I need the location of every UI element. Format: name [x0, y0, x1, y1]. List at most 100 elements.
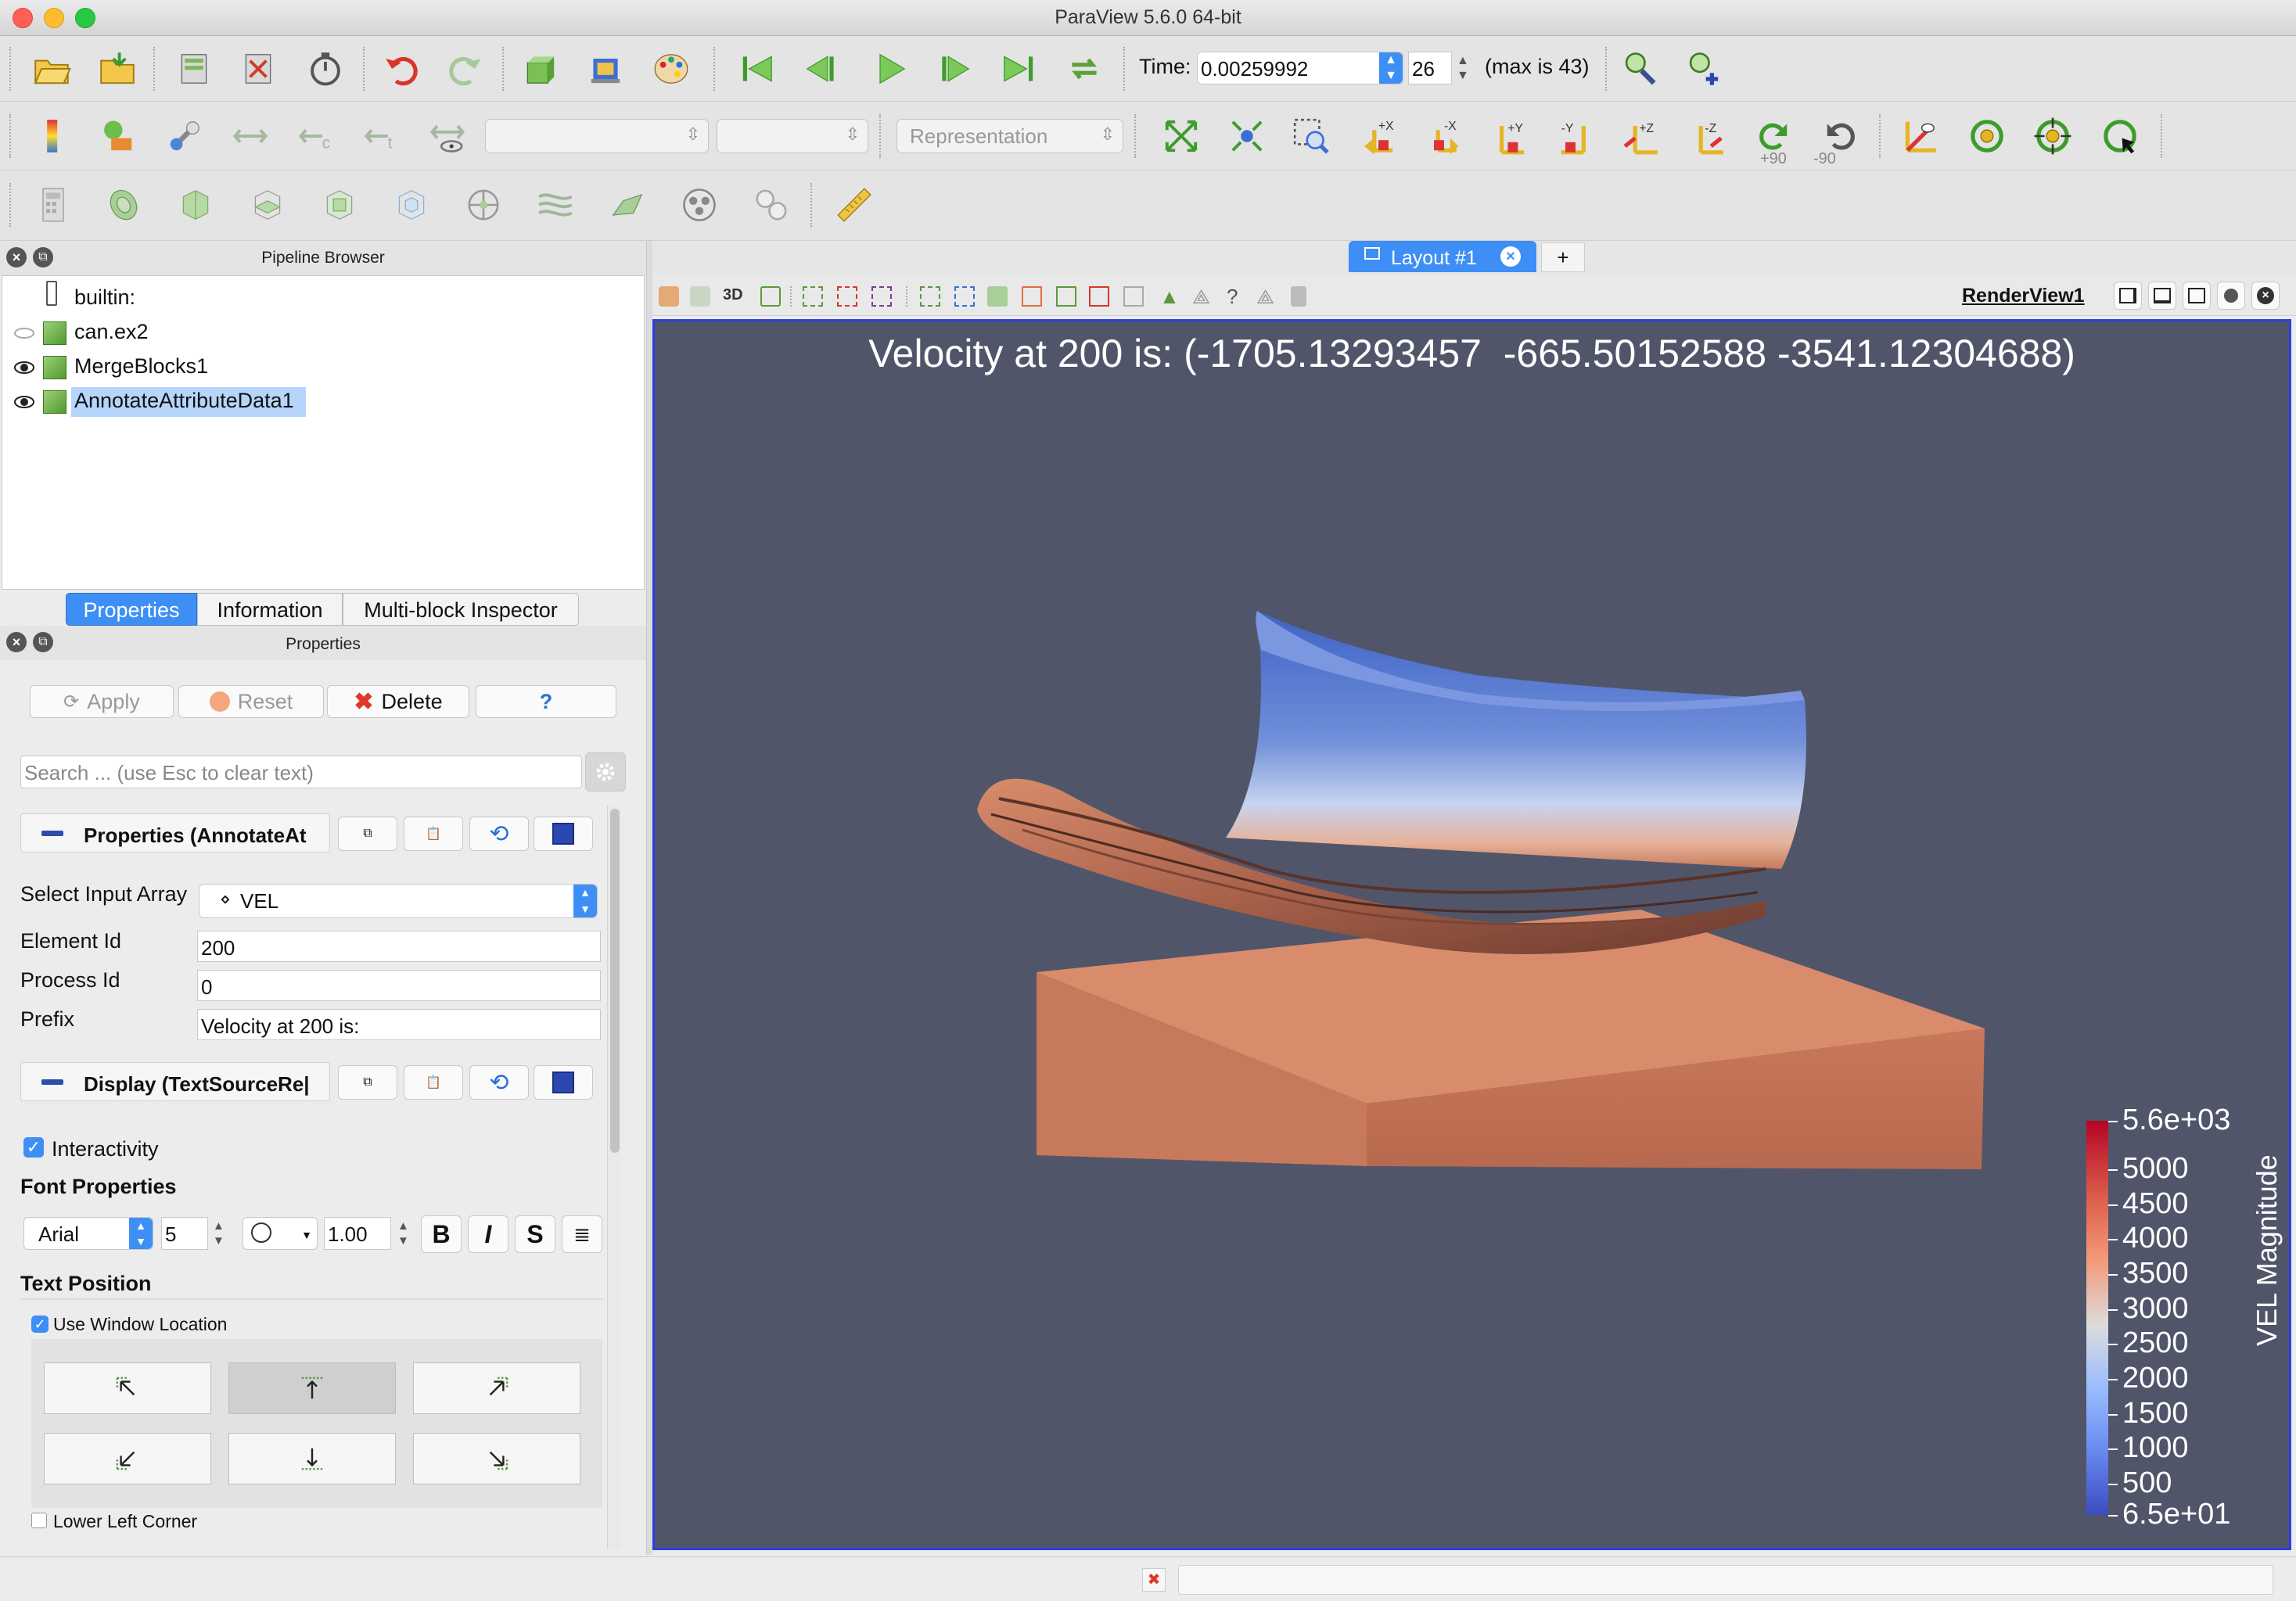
last-frame-icon[interactable] [995, 45, 1042, 92]
camera-redo-icon[interactable] [690, 286, 710, 307]
render-view[interactable]: Velocity at 200 is: (-1705.13293457 -665… [652, 319, 2291, 1550]
pipeline-item-builtin[interactable]: builtin: [74, 285, 135, 310]
italic-button[interactable]: I [468, 1215, 508, 1253]
element-id-input[interactable]: 200 [197, 931, 601, 962]
find-data-icon[interactable] [1616, 45, 1663, 92]
extract-level-icon[interactable] [748, 181, 795, 228]
capture-view-icon[interactable] [760, 286, 781, 307]
reset-button[interactable]: Reset [178, 685, 324, 718]
stream-tracer-icon[interactable] [532, 181, 579, 228]
view-plus-y-icon[interactable]: +Y [1486, 113, 1533, 160]
select-polygon-icon[interactable] [954, 286, 975, 307]
copy-properties-icon[interactable]: ⧉ [338, 817, 397, 851]
select-cells-through-icon[interactable] [871, 286, 892, 307]
interactive-select-icon[interactable] [1022, 286, 1042, 307]
pipeline-tree[interactable]: builtin: can.ex2 MergeBlocks1 AnnotateAt… [2, 275, 645, 590]
maximize-view-icon[interactable] [2183, 282, 2211, 310]
rescale-time-icon[interactable]: t [358, 113, 405, 160]
save-display-icon[interactable] [534, 1065, 593, 1100]
pipeline-item-mergeblocks1[interactable]: MergeBlocks1 [74, 354, 208, 379]
view-minus-y-icon[interactable]: -Y [1552, 113, 1599, 160]
eye-hidden-icon[interactable] [13, 326, 35, 340]
scrollbar-thumb[interactable] [610, 809, 620, 1153]
restore-view-icon[interactable] [2217, 282, 2245, 310]
first-frame-icon[interactable] [734, 45, 781, 92]
reset-range-icon[interactable] [161, 113, 208, 160]
load-data-icon[interactable] [94, 45, 141, 92]
zoom-to-box-icon[interactable] [1288, 113, 1335, 160]
bold-button[interactable]: B [421, 1215, 462, 1253]
reload-properties-icon[interactable]: ⟲ [469, 817, 529, 851]
camera-undo-icon[interactable] [659, 286, 679, 307]
lower-left-corner-checkbox[interactable] [31, 1513, 47, 1528]
undo-icon[interactable] [379, 45, 426, 92]
query-icon[interactable]: ? [1227, 285, 1238, 309]
section-properties-header[interactable]: Properties (AnnotateAt [20, 813, 330, 853]
mode-3d-button[interactable]: 3D [723, 286, 743, 304]
eye-visible-icon[interactable] [13, 395, 35, 409]
interactivity-checkbox[interactable]: ✓ [23, 1137, 44, 1158]
pipeline-item-annotateattributedata1[interactable]: AnnotateAttributeData1 [74, 389, 294, 413]
select-input-array-dropdown[interactable]: ⋄ VEL ▲ ▼ [199, 884, 598, 918]
select-points-on-icon[interactable] [837, 286, 857, 307]
apply-button[interactable]: ⟳ Apply [30, 685, 174, 718]
slice-filter-icon[interactable] [244, 181, 291, 228]
add-layout-tab-button[interactable]: + [1541, 242, 1585, 272]
warp-vector-icon[interactable] [604, 181, 651, 228]
close-view-icon[interactable]: × [2251, 282, 2280, 310]
view-minus-z-icon[interactable]: -Z [1683, 113, 1730, 160]
opacity-input[interactable]: 1.00 [324, 1217, 391, 1250]
calculator-filter-icon[interactable] [30, 181, 77, 228]
shadow-button[interactable]: S [515, 1215, 555, 1253]
help-button[interactable]: ? [476, 685, 616, 718]
split-vertical-icon[interactable] [2148, 282, 2176, 310]
component-select[interactable]: ⇳ [717, 119, 868, 153]
toggle-color-legend-icon[interactable] [30, 113, 77, 160]
dock-splitter[interactable] [646, 241, 652, 1555]
prefix-input[interactable]: Velocity at 200 is: [197, 1009, 601, 1040]
use-window-location-checkbox[interactable]: ✓ [31, 1316, 49, 1333]
representation-select[interactable]: Representation ⇳ [896, 119, 1123, 153]
edit-selection-icon[interactable]: ⟁ [1192, 285, 1210, 310]
reset-camera-closest-icon[interactable] [1158, 113, 1205, 160]
hover-cells-icon[interactable] [1056, 286, 1076, 307]
select-blocks-icon[interactable] [987, 286, 1008, 307]
extract-subset-icon[interactable] [388, 181, 435, 228]
clear-progress-icon[interactable]: ✖ [1142, 1568, 1166, 1592]
view-plus-z-icon[interactable]: +Z [1618, 113, 1665, 160]
zoom-to-data-icon[interactable] [1223, 113, 1270, 160]
time-input[interactable]: 0.00259992 ▲ ▼ [1197, 52, 1403, 84]
disconnect-server-icon[interactable] [235, 45, 282, 92]
timestep-spin-icon[interactable]: ▲ ▼ [1457, 53, 1469, 83]
justification-menu-icon[interactable]: ≣ [562, 1215, 602, 1253]
section-display-header[interactable]: Display (TextSourceRe| [20, 1062, 330, 1101]
view-name-label[interactable]: RenderView1 [1962, 285, 2085, 307]
redo-icon[interactable] [441, 45, 488, 92]
pipeline-item-can-ex2[interactable]: can.ex2 [74, 320, 149, 344]
auto-apply-icon[interactable] [302, 45, 349, 92]
font-size-input[interactable]: 5 [161, 1217, 208, 1250]
previous-frame-icon[interactable] [798, 45, 845, 92]
tab-layout-1[interactable]: Layout #1 × [1349, 241, 1536, 272]
contour-filter-icon[interactable] [100, 181, 147, 228]
eye-visible-icon[interactable] [13, 361, 35, 375]
process-id-input[interactable]: 0 [197, 970, 601, 1001]
variable-select[interactable]: ⇳ [485, 119, 709, 153]
reset-center-icon[interactable] [1964, 113, 2010, 160]
time-spin-icon[interactable]: ▲ ▼ [1379, 52, 1403, 84]
lower-center-icon[interactable] [228, 1433, 396, 1484]
font-family-select[interactable]: Arial ▲ ▼ [23, 1217, 153, 1250]
play-icon[interactable] [867, 45, 914, 92]
extract-selection-icon[interactable]: ⟁ [1256, 285, 1274, 310]
screenshot-icon[interactable] [582, 45, 629, 92]
glyph-filter-icon[interactable] [460, 181, 507, 228]
search-input[interactable]: Search ... (use Esc to clear text) [20, 756, 582, 788]
paste-properties-icon[interactable]: 📋 [404, 817, 463, 851]
tab-properties[interactable]: Properties [66, 593, 197, 626]
font-color-picker[interactable]: ▼ [243, 1217, 318, 1250]
connect-server-icon[interactable] [171, 45, 217, 92]
shrink-selection-icon[interactable]: ▲ [1159, 285, 1180, 309]
rescale-temporal-icon[interactable]: c [293, 113, 340, 160]
clear-selection-icon[interactable] [1291, 286, 1306, 307]
color-palette-icon[interactable] [648, 45, 695, 92]
